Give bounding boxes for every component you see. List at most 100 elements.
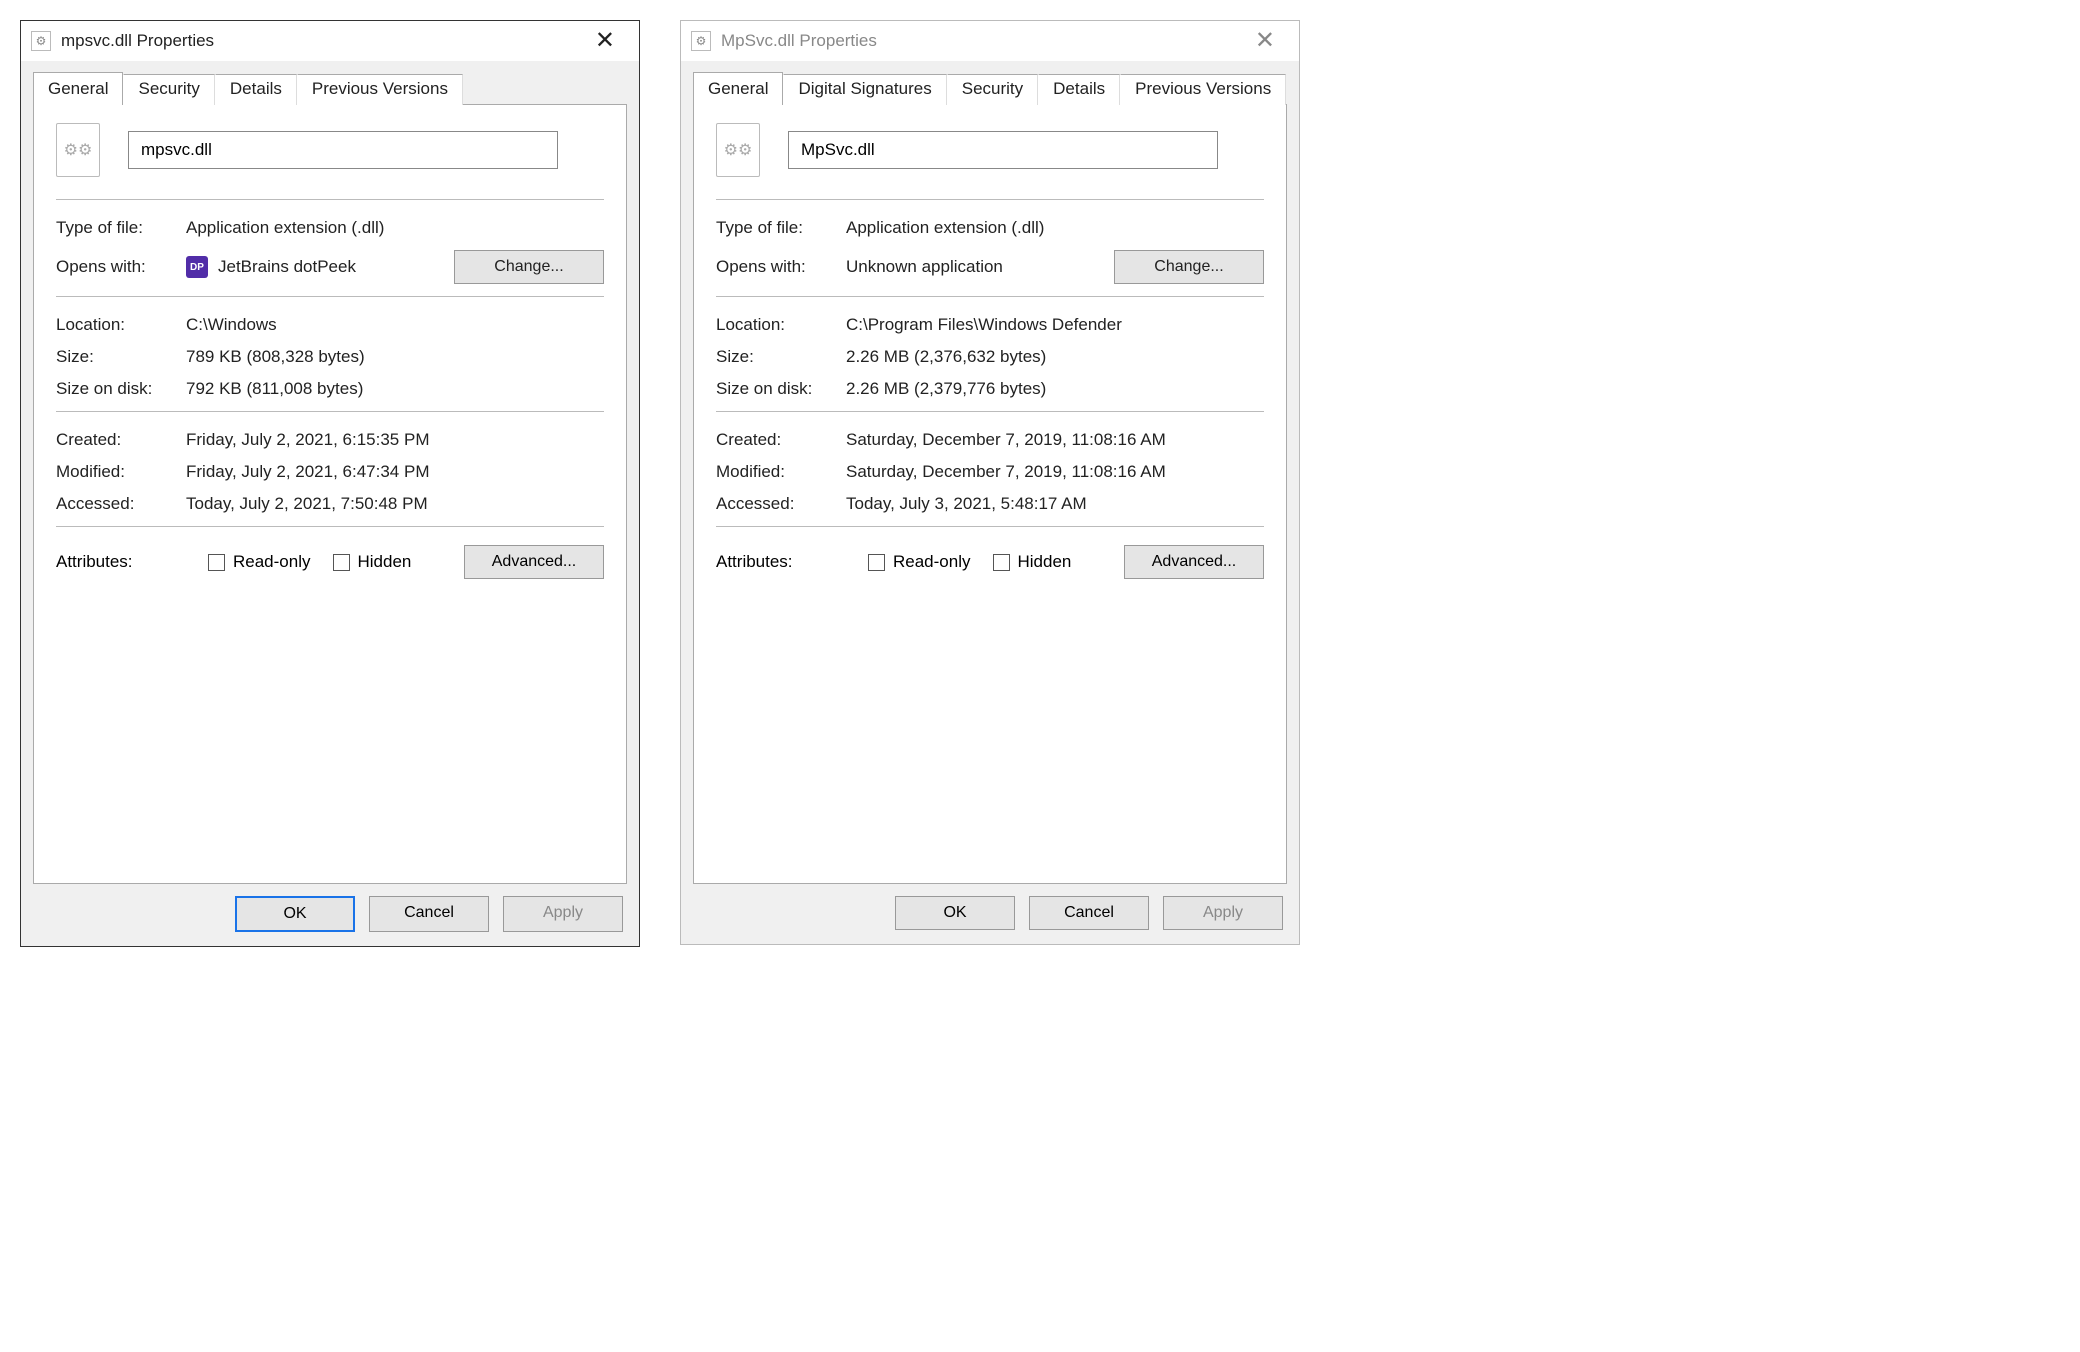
location-value: C:\Program Files\Windows Defender: [846, 315, 1264, 335]
created-value: Saturday, December 7, 2019, 11:08:16 AM: [846, 430, 1264, 450]
type-of-file-value: Application extension (.dll): [186, 218, 604, 238]
file-gear-icon: ⚙⚙: [716, 123, 760, 177]
readonly-checkbox[interactable]: Read-only: [208, 552, 311, 572]
opens-with-row: Opens with:Unknown application Change...: [716, 244, 1264, 290]
apply-button[interactable]: Apply: [1163, 896, 1283, 930]
properties-dialog: ⚙ mpsvc.dll Properties ✕ GeneralSecurityDet…: [20, 20, 640, 947]
tab-security[interactable]: Security: [123, 74, 214, 105]
window-title: MpSvc.dll Properties: [721, 31, 877, 51]
app-icon: DP: [186, 256, 208, 278]
dialog-body: GeneralSecurityDetailsPrevious Versions⚙…: [21, 61, 639, 884]
accessed-value: Today, July 2, 2021, 7:50:48 PM: [186, 494, 604, 514]
size-on-disk-label: Size on disk:: [56, 379, 186, 399]
modified-value: Friday, July 2, 2021, 6:47:34 PM: [186, 462, 604, 482]
filename-input[interactable]: mpsvc.dll: [128, 131, 558, 169]
attributes-row: Attributes: Read-only Hidden Advanced...: [716, 539, 1264, 585]
location-row: Location:C:\Windows: [56, 309, 604, 341]
type-of-file-label: Type of file:: [56, 218, 186, 238]
size-row: Size:2.26 MB (2,376,632 bytes): [716, 341, 1264, 373]
tab-strip: GeneralSecurityDetailsPrevious Versions: [33, 72, 627, 105]
apply-button[interactable]: Apply: [503, 896, 623, 932]
created-value: Friday, July 2, 2021, 6:15:35 PM: [186, 430, 604, 450]
separator: [716, 199, 1264, 200]
accessed-row: Accessed:Today, July 3, 2021, 5:48:17 AM: [716, 488, 1264, 520]
tab-details[interactable]: Details: [215, 74, 297, 105]
size-on-disk-label: Size on disk:: [716, 379, 846, 399]
location-label: Location:: [56, 315, 186, 335]
opens-with-app-name: Unknown application: [846, 257, 1003, 277]
separator: [716, 411, 1264, 412]
readonly-checkbox-box[interactable]: [868, 554, 885, 571]
tab-general[interactable]: General: [693, 72, 783, 105]
modified-row: Modified:Saturday, December 7, 2019, 11:…: [716, 456, 1264, 488]
separator: [56, 411, 604, 412]
type-of-file-label: Type of file:: [716, 218, 846, 238]
readonly-checkbox-box[interactable]: [208, 554, 225, 571]
separator: [56, 296, 604, 297]
change-button[interactable]: Change...: [1114, 250, 1264, 284]
separator: [716, 296, 1264, 297]
close-icon[interactable]: ✕: [581, 27, 629, 55]
cancel-button[interactable]: Cancel: [1029, 896, 1149, 930]
advanced-button[interactable]: Advanced...: [1124, 545, 1264, 579]
hidden-checkbox[interactable]: Hidden: [993, 552, 1072, 572]
separator: [56, 199, 604, 200]
tab-details[interactable]: Details: [1038, 74, 1120, 105]
accessed-label: Accessed:: [56, 494, 186, 514]
accessed-label: Accessed:: [716, 494, 846, 514]
advanced-button[interactable]: Advanced...: [464, 545, 604, 579]
opens-with-app-name: JetBrains dotPeek: [218, 257, 356, 277]
title-bar[interactable]: ⚙ mpsvc.dll Properties ✕: [21, 21, 639, 61]
dialog-button-bar: OK Cancel Apply: [681, 884, 1299, 944]
properties-dialog: ⚙MpSvc.dll Properties✕GeneralDigital Sig…: [680, 20, 1300, 945]
hidden-checkbox-label: Hidden: [1018, 552, 1072, 572]
ok-button[interactable]: OK: [895, 896, 1015, 930]
size-row: Size:789 KB (808,328 bytes): [56, 341, 604, 373]
system-gear-icon: ⚙: [31, 31, 51, 51]
size-on-disk-value: 792 KB (811,008 bytes): [186, 379, 604, 399]
tab-security[interactable]: Security: [947, 74, 1038, 105]
window-title: mpsvc.dll Properties: [61, 31, 214, 51]
readonly-checkbox-label: Read-only: [233, 552, 311, 572]
size-on-disk-row: Size on disk:2.26 MB (2,379,776 bytes): [716, 373, 1264, 405]
size-value: 2.26 MB (2,376,632 bytes): [846, 347, 1264, 367]
general-panel: ⚙⚙ MpSvc.dll Type of file:Application exte…: [693, 104, 1287, 884]
type-of-file-value: Application extension (.dll): [846, 218, 1264, 238]
opens-with-label: Opens with:: [56, 257, 186, 277]
close-icon[interactable]: ✕: [1241, 27, 1289, 55]
location-value: C:\Windows: [186, 315, 604, 335]
attributes-label: Attributes:: [716, 552, 846, 572]
change-button[interactable]: Change...: [454, 250, 604, 284]
type-of-file-row: Type of file:Application extension (.dll…: [56, 212, 604, 244]
created-row: Created:Saturday, December 7, 2019, 11:0…: [716, 424, 1264, 456]
location-row: Location:C:\Program Files\Windows Defend…: [716, 309, 1264, 341]
title-bar[interactable]: ⚙MpSvc.dll Properties✕: [681, 21, 1299, 61]
created-label: Created:: [56, 430, 186, 450]
tab-previous-versions[interactable]: Previous Versions: [1120, 74, 1286, 105]
size-on-disk-value: 2.26 MB (2,379,776 bytes): [846, 379, 1264, 399]
opens-with-row: Opens with:DP JetBrains dotPeek Change...: [56, 244, 604, 290]
hidden-checkbox-box[interactable]: [993, 554, 1010, 571]
tab-previous-versions[interactable]: Previous Versions: [297, 74, 463, 105]
hidden-checkbox-label: Hidden: [358, 552, 412, 572]
readonly-checkbox[interactable]: Read-only: [868, 552, 971, 572]
cancel-button[interactable]: Cancel: [369, 896, 489, 932]
created-row: Created:Friday, July 2, 2021, 6:15:35 PM: [56, 424, 604, 456]
hidden-checkbox[interactable]: Hidden: [333, 552, 412, 572]
general-panel: ⚙⚙ mpsvc.dll Type of file:Application exte…: [33, 104, 627, 884]
hidden-checkbox-box[interactable]: [333, 554, 350, 571]
tab-digital-signatures[interactable]: Digital Signatures: [783, 74, 946, 105]
created-label: Created:: [716, 430, 846, 450]
accessed-row: Accessed:Today, July 2, 2021, 7:50:48 PM: [56, 488, 604, 520]
opens-with-label: Opens with:: [716, 257, 846, 277]
tab-general[interactable]: General: [33, 72, 123, 105]
filename-row: ⚙⚙ mpsvc.dll: [56, 123, 604, 193]
modified-row: Modified:Friday, July 2, 2021, 6:47:34 P…: [56, 456, 604, 488]
type-of-file-row: Type of file:Application extension (.dll…: [716, 212, 1264, 244]
tab-strip: GeneralDigital SignaturesSecurityDetails…: [693, 72, 1287, 105]
size-label: Size:: [56, 347, 186, 367]
filename-row: ⚙⚙ MpSvc.dll: [716, 123, 1264, 193]
file-gear-icon: ⚙⚙: [56, 123, 100, 177]
ok-button[interactable]: OK: [235, 896, 355, 932]
filename-input[interactable]: MpSvc.dll: [788, 131, 1218, 169]
